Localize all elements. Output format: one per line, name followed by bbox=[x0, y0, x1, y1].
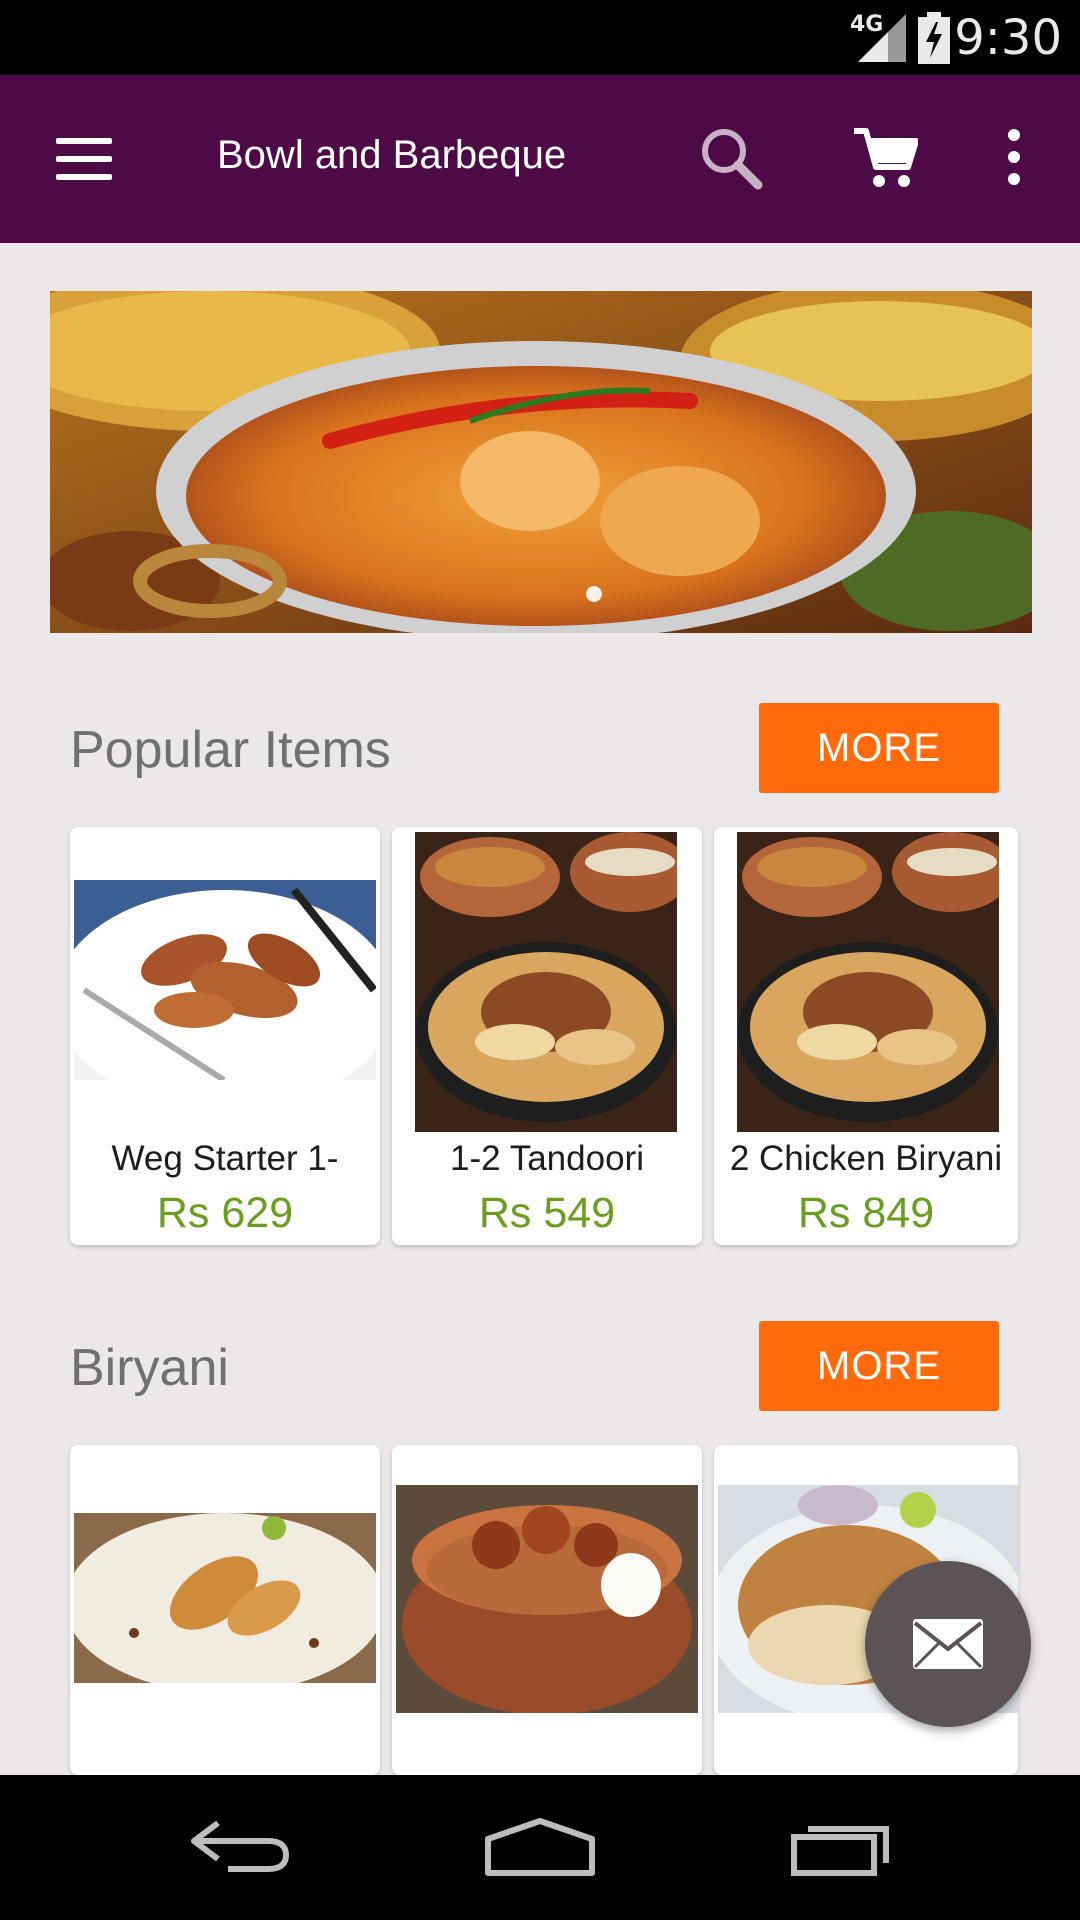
section-title-biryani: Biryani bbox=[70, 1339, 229, 1397]
product-name: 2 Chicken Biryani bbox=[729, 1139, 1003, 1178]
product-card[interactable]: 1-2 Tandoori Rs 549 bbox=[392, 827, 702, 1245]
product-price: Rs 849 bbox=[797, 1189, 935, 1237]
banner-image bbox=[50, 291, 1032, 633]
contact-fab-button[interactable] bbox=[865, 1561, 1031, 1727]
product-image bbox=[396, 1485, 698, 1713]
carousel-indicator-dot[interactable] bbox=[586, 586, 602, 602]
app-title: Bowl and Barbeque bbox=[217, 133, 567, 177]
clock: 9:30 bbox=[954, 10, 1062, 66]
battery-charging-icon bbox=[918, 12, 950, 64]
status-bar: 4G 9:30 bbox=[0, 0, 1080, 75]
popular-items-more-button[interactable]: MORE bbox=[759, 703, 999, 793]
product-card[interactable]: Weg Starter 1- Rs 629 bbox=[70, 827, 380, 1245]
search-icon[interactable] bbox=[696, 123, 766, 193]
promo-banner[interactable] bbox=[50, 291, 1032, 633]
back-icon[interactable] bbox=[188, 1817, 292, 1875]
product-image bbox=[415, 832, 677, 1132]
section-title-popular-items: Popular Items bbox=[70, 721, 391, 779]
overflow-menu-icon[interactable] bbox=[1000, 129, 1028, 189]
product-card[interactable]: 2 Chicken Biryani Rs 849 bbox=[714, 827, 1018, 1245]
product-name: 1-2 Tandoori bbox=[450, 1139, 644, 1178]
signal-icon bbox=[858, 14, 906, 62]
hamburger-menu-icon[interactable] bbox=[56, 138, 112, 180]
product-image bbox=[74, 1513, 376, 1683]
product-price: Rs 549 bbox=[478, 1189, 616, 1237]
product-card[interactable] bbox=[70, 1445, 380, 1775]
recent-apps-icon[interactable] bbox=[790, 1817, 896, 1877]
mail-icon bbox=[913, 1619, 983, 1669]
product-name: Weg Starter 1- bbox=[111, 1139, 339, 1178]
product-image bbox=[74, 880, 376, 1080]
home-icon[interactable] bbox=[484, 1817, 596, 1877]
system-navigation-bar bbox=[0, 1775, 1080, 1920]
cart-icon[interactable] bbox=[852, 125, 918, 191]
product-price: Rs 629 bbox=[156, 1189, 294, 1237]
product-image bbox=[737, 832, 999, 1132]
biryani-more-button[interactable]: MORE bbox=[759, 1321, 999, 1411]
app-toolbar: Bowl and Barbeque bbox=[0, 75, 1080, 243]
product-card[interactable] bbox=[392, 1445, 702, 1775]
